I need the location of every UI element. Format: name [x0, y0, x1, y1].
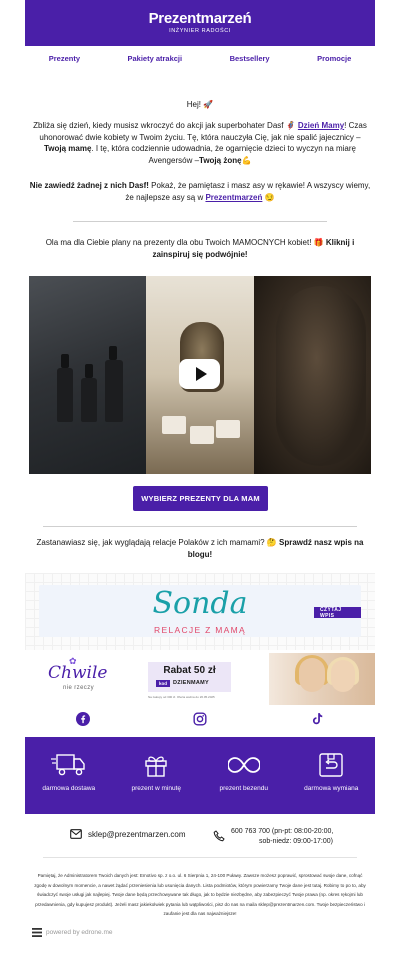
bottle-shape [105, 346, 123, 422]
main-nav: Prezenty Pakiety atrakcji Bestsellery Pr… [25, 50, 375, 66]
prezentmarzen-link[interactable]: Prezentmarzeń [205, 193, 262, 202]
candle-shape [190, 426, 214, 444]
truck-icon [34, 751, 104, 779]
intro-text-4: 💪 [241, 155, 252, 165]
blog-paragraph: Zastanawiasz się, jak wyglądają relacje … [30, 537, 370, 560]
code-label: kod [156, 679, 171, 687]
read-post-button[interactable]: CZYTAJ WPIS [314, 607, 361, 619]
chwile-promo-banner[interactable]: ✿ Chwile nie rzeczy Rabat 50 zł kod DZIE… [25, 653, 375, 705]
mail-icon [70, 829, 82, 839]
remind-paragraph: Nie zawiedź żadnej z nich Dasf! Pokaż, ż… [28, 180, 372, 203]
header-banner[interactable]: Prezentmarzeń INŻYNIER RADOŚCI [25, 0, 375, 46]
intro-bold-mama: Twoją mamę [43, 144, 92, 153]
phone-lines: 600 763 700 (pn-pt: 08:00-20:00, sob-nie… [231, 827, 333, 847]
nav-item-promocje[interactable]: Promocje [317, 54, 351, 63]
blog-text: Zastanawiasz się, jak wyglądają relacje … [36, 538, 280, 547]
discount-code-row: kod DZIENMAMY [156, 678, 209, 688]
infinity-icon [209, 751, 279, 779]
dzien-mamy-link[interactable]: Dzień Mamy [298, 121, 344, 130]
powered-by-footer[interactable]: powered by edrone.me [32, 928, 113, 937]
contact-email[interactable]: sklep@prezentmarzen.com [70, 829, 186, 839]
remind-bold: Nie zawiedź żadnej z nich Dasf! [29, 181, 149, 190]
instagram-icon[interactable] [191, 710, 209, 728]
phone-icon [213, 830, 225, 842]
divider [73, 221, 327, 222]
video-panel-buddha-face [254, 276, 371, 474]
intro-paragraph: Zbliża się dzień, kiedy musisz wkroczyć … [30, 120, 370, 166]
brand-logo[interactable]: Prezentmarzeń [25, 0, 375, 27]
nav-item-bestsellery[interactable]: Bestsellery [230, 54, 270, 63]
privacy-notice: Pamiętaj, że Administratorem Twoich dany… [34, 873, 366, 917]
sonda-banner[interactable]: Sonda RELACJE Z MAMĄ CZYTAJ WPIS [25, 573, 375, 650]
sonda-title: Sonda [152, 586, 248, 621]
candle-shape [216, 420, 240, 438]
sonda-card: Sonda RELACJE Z MAMĄ CZYTAJ WPIS [39, 585, 361, 637]
discount-note: Na zakupy od 300 zł. Oferta ważna do 26.… [148, 695, 215, 699]
gift-icon [121, 751, 191, 779]
feature-free-delivery: darmowa dostawa [34, 751, 104, 793]
phone-hours-2: sob-niedz: 09:00-17:00) [259, 838, 333, 845]
feature-free-exchange: darmowa wymiana [296, 751, 366, 793]
phone-hours-1: (pn-pt: 08:00-20:00, [271, 828, 334, 835]
feature-label: prezent w minutę [131, 785, 182, 792]
chwile-logo: Chwile [48, 663, 108, 683]
feature-label: darmowa wymiana [304, 785, 359, 792]
intro-bold-zona: Twoją żonę [199, 155, 242, 165]
phone-number[interactable]: 600 763 700 [231, 828, 270, 835]
remind-text-2: 😏 [262, 192, 275, 202]
return-box-icon [296, 751, 366, 779]
intro-text-1: Zbliża się dzień, kiedy musisz wkroczyć … [33, 121, 298, 130]
greeting: Hej! 🚀 [186, 100, 214, 109]
powered-by-text[interactable]: powered by edrone.me [46, 929, 113, 936]
email-text[interactable]: sklep@prezentmarzen.com [88, 830, 186, 839]
facebook-icon[interactable] [74, 710, 92, 728]
mother-daughter-photo [269, 653, 375, 705]
brand-tagline: INŻYNIER RADOŚCI [169, 28, 231, 34]
chwile-tagline: nie rzeczy [63, 685, 95, 691]
play-button[interactable] [179, 359, 220, 389]
feature-label: prezent bezendu [219, 785, 268, 792]
feature-instant-gift: prezent w minutę [121, 751, 191, 793]
features-bar: darmowa dostawa prezent w minutę prezent… [25, 737, 375, 814]
contact-phone[interactable]: 600 763 700 (pn-pt: 08:00-20:00, sob-nie… [213, 827, 333, 847]
feature-endless-gift: prezent bezendu [209, 751, 279, 793]
face-shape [299, 658, 325, 692]
feature-label: darmowa dostawa [42, 785, 96, 792]
divider [43, 857, 357, 858]
face-shape [331, 660, 355, 692]
choose-gifts-button[interactable]: WYBIERZ PREZENTY DLA MAM [133, 486, 268, 511]
buddha-face-shape [276, 286, 366, 466]
divider [43, 526, 357, 527]
menu-icon [32, 928, 42, 937]
play-icon [195, 367, 207, 381]
bottle-shape [57, 354, 73, 422]
discount-amount: Rabat 50 zł [163, 665, 216, 676]
plans-paragraph: Ola ma dla Ciebie plany na prezenty dla … [30, 237, 370, 260]
sonda-subtitle: RELACJE Z MAMĄ [154, 625, 246, 635]
discount-code: DZIENMAMY [173, 680, 210, 686]
plans-text: Ola ma dla Ciebie plany na prezenty dla … [45, 238, 326, 247]
discount-box: Rabat 50 zł kod DZIENMAMY [148, 662, 231, 692]
nav-item-prezenty[interactable]: Prezenty [49, 54, 80, 63]
video-panel-bottles [29, 276, 146, 474]
candle-shape [162, 416, 186, 434]
nav-item-pakiety-atrakcji[interactable]: Pakiety atrakcji [127, 54, 182, 63]
tiktok-icon[interactable] [308, 710, 326, 728]
bottle-shape [81, 364, 97, 422]
